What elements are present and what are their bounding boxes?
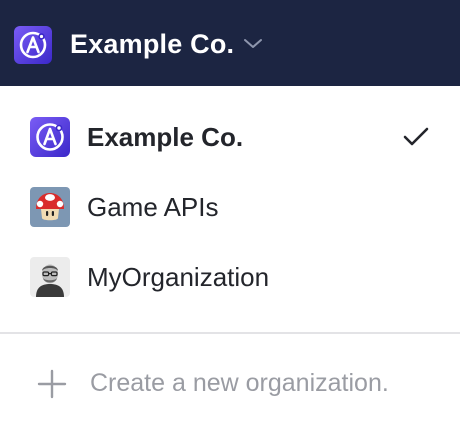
checkmark-icon (403, 127, 429, 146)
org-item-game-apis[interactable]: Game APIs (0, 173, 460, 241)
org-logo-a-icon (30, 117, 70, 157)
org-switcher-header[interactable]: Example Co. (0, 0, 460, 86)
org-item-label: Example Co. (87, 122, 244, 152)
create-organization-button[interactable]: Create a new organization. (0, 348, 460, 416)
plus-icon (37, 369, 67, 399)
chevron-down-icon[interactable] (241, 34, 265, 52)
mushroom-avatar (30, 187, 70, 227)
org-item-label: Game APIs (87, 192, 219, 222)
org-item-label: MyOrganization (87, 262, 270, 292)
org-switcher: Example Co. Example Co. Game APIs MyOrga… (0, 0, 460, 422)
user-photo-avatar (30, 257, 70, 297)
org-item-myorganization[interactable]: MyOrganization (0, 243, 460, 311)
menu-divider (0, 332, 460, 334)
org-logo-a-icon (14, 26, 52, 64)
create-organization-label: Create a new organization. (90, 369, 389, 397)
org-item-example-co[interactable]: Example Co. (0, 103, 460, 171)
org-dropdown-menu: Example Co. Game APIs MyOrganization Cre… (0, 86, 460, 422)
current-org-name: Example Co. (70, 29, 235, 59)
